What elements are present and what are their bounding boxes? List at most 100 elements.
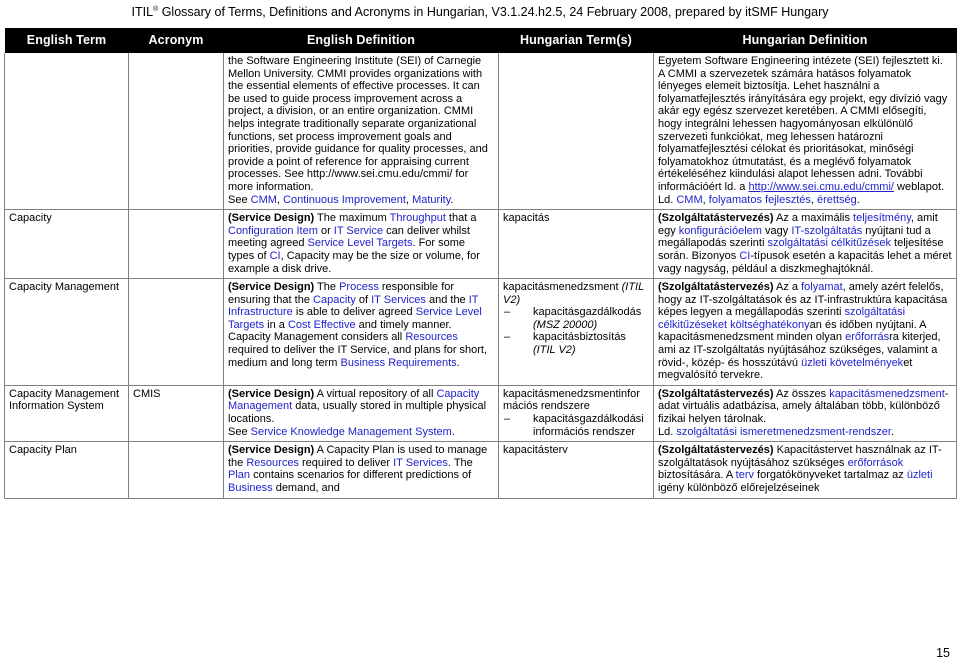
definition-text: Az a maximális	[773, 212, 854, 225]
cell-acronym	[128, 441, 224, 499]
column-header-english-term: English Term	[4, 28, 129, 53]
glossary-cross-reference[interactable]: kapacitásmenedzsment	[829, 388, 945, 400]
glossary-cross-reference[interactable]: szolgáltatási célkitűzések	[767, 237, 891, 249]
document-header: ITIL® Glossary of Terms, Definitions and…	[0, 0, 960, 22]
glossary-cross-reference[interactable]: folyamat	[801, 281, 843, 293]
cell-english-definition: (Service Design) A Capacity Plan is used…	[223, 441, 499, 499]
hungarian-term-synonym: kapacitásgazdálkodás	[533, 306, 642, 319]
cell-english-term: Capacity Management	[4, 278, 129, 386]
cell-hungarian-definition: (Szolgáltatástervezés) Az a maximális te…	[653, 209, 957, 280]
definition-text: the Software Engineering Institute (SEI)…	[228, 55, 488, 193]
cell-english-term: Capacity Plan	[4, 441, 129, 499]
cell-english-definition: (Service Design) The Process responsible…	[223, 278, 499, 386]
document-header-prefix: ITIL	[131, 5, 154, 19]
list-item: – kapacitásgazdálkodás (MSZ 20000)	[503, 306, 649, 331]
definition-text: required to deliver	[298, 456, 394, 469]
definition-text: Ld.	[658, 193, 677, 206]
definition-text: See	[228, 193, 251, 206]
glossary-cross-reference[interactable]: Cost Effective	[288, 319, 356, 331]
hungarian-term-source-note: (ITIL V2)	[533, 344, 576, 357]
table-row: the Software Engineering Institute (SEI)…	[4, 53, 957, 211]
hungarian-term-primary: kapacitásmenedzsment (ITIL V2)	[503, 281, 645, 306]
glossary-cross-reference[interactable]: terv	[736, 469, 754, 481]
cell-hungarian-definition: Egyetem Software Engineering intézete (S…	[653, 53, 957, 211]
definition-lifecycle-label: (Service Design)	[228, 444, 315, 457]
glossary-cross-reference[interactable]: költséghatékony	[730, 319, 810, 331]
glossary-cross-reference[interactable]: erőforrások	[848, 457, 904, 469]
cell-english-term: Capacity Management Information System	[4, 385, 129, 443]
cell-hungarian-term: kapacitásterv	[498, 441, 654, 499]
glossary-cross-reference[interactable]: IT Service	[334, 225, 383, 237]
cell-acronym	[128, 209, 224, 280]
definition-text: that a	[445, 212, 477, 225]
definition-text: forgatókönyveket tartalmaz az	[754, 469, 907, 482]
glossary-cross-reference[interactable]: érettség	[817, 194, 857, 206]
column-header-hungarian-definition: Hungarian Definition	[653, 28, 957, 53]
cell-hungarian-term	[498, 53, 654, 211]
glossary-cross-reference[interactable]: erőforrás	[845, 331, 889, 343]
glossary-cross-reference[interactable]: folyamatos fejlesztés	[709, 194, 811, 206]
hungarian-term-source-note: (MSZ 20000)	[533, 318, 598, 331]
cell-hungarian-term: kapacitás	[498, 209, 654, 280]
definition-text: See	[228, 425, 251, 438]
cell-english-term: Capacity	[4, 209, 129, 280]
glossary-cross-reference[interactable]: konfigurációelem	[679, 225, 762, 237]
definition-text: .	[856, 193, 860, 206]
table-row: Capacity Plan (Service Design) A Capacity…	[4, 441, 957, 499]
column-header-english-definition: English Definition	[223, 28, 499, 53]
definition-text: is able to deliver agreed	[292, 306, 416, 319]
definition-text: of	[355, 293, 372, 306]
glossary-cross-reference[interactable]: CMM	[251, 194, 277, 206]
definition-text: weblapot.	[893, 180, 945, 193]
glossary-cross-reference[interactable]: Maturity	[412, 194, 450, 206]
glossary-cross-reference[interactable]: IT Services	[371, 294, 426, 306]
glossary-cross-reference[interactable]: teljesítmény	[853, 212, 911, 224]
definition-text: biztosítására. A	[658, 469, 736, 482]
glossary-cross-reference[interactable]: CI	[739, 250, 750, 262]
glossary-table-header: English Term Acronym English Definition …	[4, 28, 957, 53]
definition-text: igény különböző előrejelzéseinek	[658, 482, 820, 494]
glossary-table: English Term Acronym English Definition …	[4, 28, 957, 499]
glossary-cross-reference[interactable]: Business Requirements	[341, 357, 457, 369]
glossary-cross-reference[interactable]: üzleti	[907, 469, 933, 481]
header-row: English Term Acronym English Definition …	[4, 28, 957, 53]
glossary-cross-reference[interactable]: IT Services	[393, 457, 448, 469]
hungarian-term-synonym-list: – kapacitásgazdálkodási információs rends…	[503, 413, 649, 438]
definition-text: contains scenarios for different predict…	[250, 469, 472, 482]
cell-hungarian-term: kapacitásmenedzsmentinformációs rendszer…	[498, 385, 654, 443]
definition-text: in a	[264, 318, 288, 331]
list-item: – kapacitásgazdálkodási információs rends…	[503, 413, 649, 438]
glossary-cross-reference[interactable]: üzleti követelmények	[801, 357, 903, 369]
definition-lifecycle-label: (Szolgáltatástervezés)	[658, 281, 774, 294]
glossary-cross-reference[interactable]: Resources	[405, 331, 458, 343]
definition-text: . The	[447, 456, 473, 469]
definition-text: and the	[425, 293, 469, 306]
list-item: – kapacitásbiztosítás (ITIL V2)	[503, 331, 649, 356]
definition-text: A virtual repository of all	[314, 387, 437, 400]
definition-lifecycle-label: (Szolgáltatástervezés)	[658, 444, 774, 457]
external-link[interactable]: http://www.sei.cmu.edu/cmmi/	[748, 181, 894, 193]
definition-lifecycle-label: (Service Design)	[228, 281, 315, 294]
glossary-cross-reference[interactable]: CI	[270, 250, 281, 262]
glossary-cross-reference[interactable]: Configuration Item	[228, 225, 318, 237]
glossary-cross-reference[interactable]: Resources	[246, 457, 299, 469]
dash-bullet-icon: –	[504, 413, 511, 426]
glossary-cross-reference[interactable]: Throughput	[390, 212, 446, 224]
definition-text: .	[451, 425, 455, 438]
glossary-cross-reference[interactable]: Capacity	[313, 294, 356, 306]
glossary-cross-reference[interactable]: Process	[339, 281, 379, 293]
glossary-cross-reference[interactable]: Service Knowledge Management System	[251, 426, 452, 438]
glossary-table-body: the Software Engineering Institute (SEI)…	[4, 53, 957, 499]
glossary-cross-reference[interactable]: Plan	[228, 469, 250, 481]
cell-english-term	[4, 53, 129, 211]
cell-hungarian-term: kapacitásmenedzsment (ITIL V2) – kapacitás…	[498, 278, 654, 386]
glossary-cross-reference[interactable]: CMM	[676, 194, 702, 206]
glossary-cross-reference[interactable]: Continuous Improvement	[283, 194, 406, 206]
definition-text: The maximum	[314, 212, 390, 225]
hungarian-term-synonym: kapacitásgazdálkodási információs rendsz…	[533, 413, 644, 438]
definition-text: Egyetem Software Engineering intézete (S…	[658, 55, 948, 193]
glossary-cross-reference[interactable]: Business	[228, 482, 273, 494]
glossary-cross-reference[interactable]: szolgáltatási ismeretmenedzsment-rendsze…	[676, 426, 891, 438]
glossary-cross-reference[interactable]: Service Level Targets	[308, 237, 413, 249]
glossary-cross-reference[interactable]: IT-szolgáltatás	[791, 225, 862, 237]
